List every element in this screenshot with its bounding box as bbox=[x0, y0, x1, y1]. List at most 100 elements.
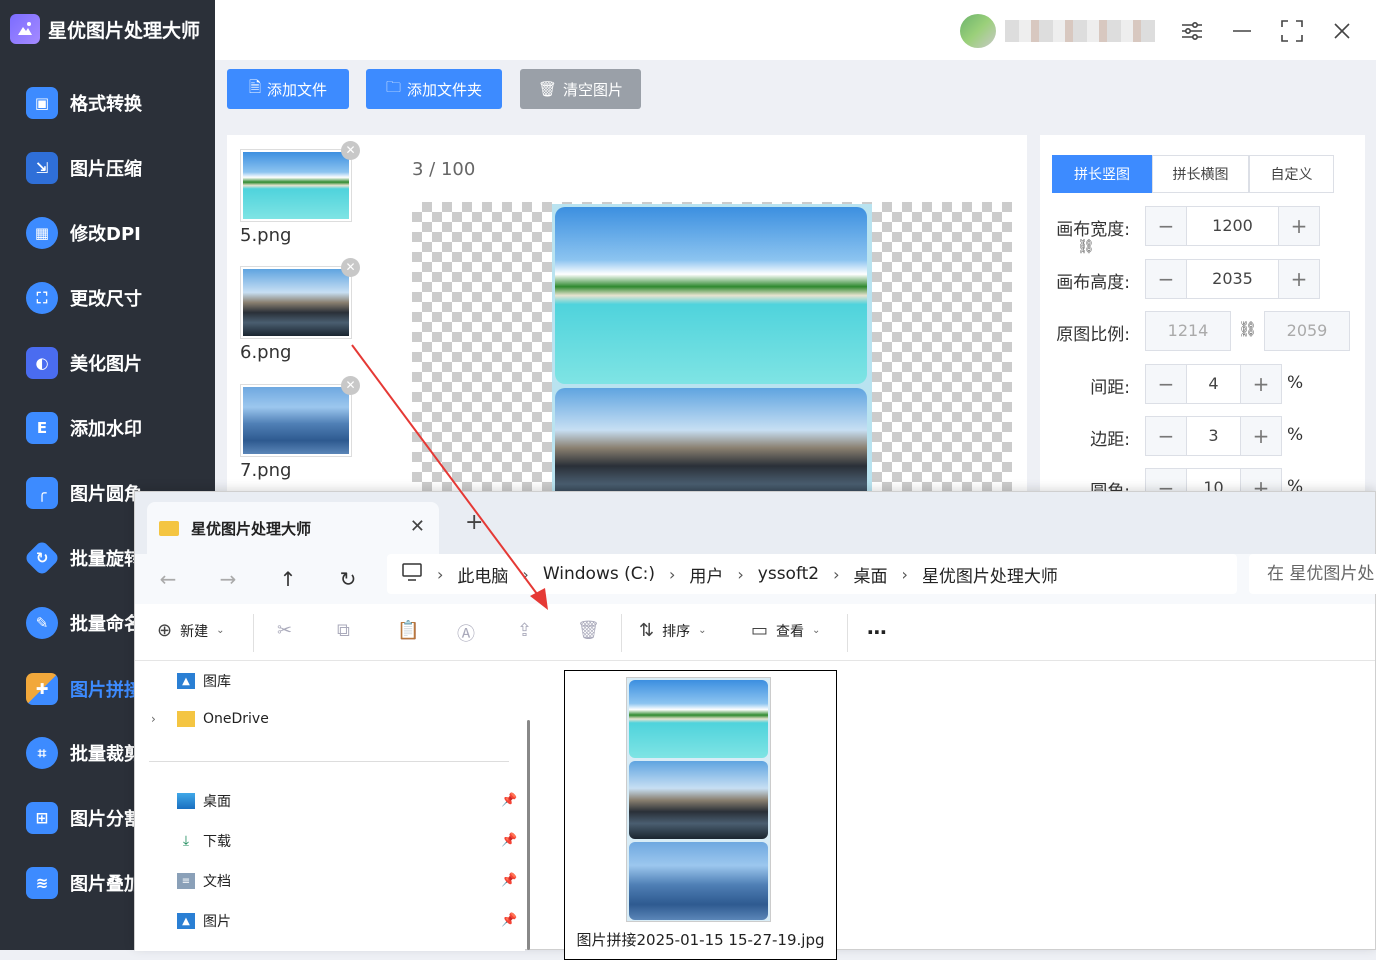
remove-thumbnail-icon[interactable]: ✕ bbox=[341, 376, 360, 395]
paste-button[interactable]: 📋 bbox=[397, 620, 419, 641]
cut-button[interactable]: ✂ bbox=[277, 620, 292, 641]
breadcrumb-this-pc[interactable]: 此电脑 bbox=[457, 562, 508, 587]
chevron-right-icon: › bbox=[522, 564, 529, 584]
pin-icon[interactable]: 📌 bbox=[501, 793, 517, 808]
close-tab-icon[interactable]: ✕ bbox=[410, 516, 425, 537]
image-list-panel: ✕ 5.png ✕ 6.png ✕ 7.png 3 / 100 bbox=[227, 135, 1027, 508]
sidebar-item-compress[interactable]: ⇲ 图片压缩 bbox=[26, 148, 142, 188]
sidebar-item-resize[interactable]: ⛶ 更改尺寸 bbox=[26, 278, 142, 318]
decrement-button[interactable]: − bbox=[1146, 365, 1186, 403]
resize-icon: ⛶ bbox=[26, 282, 58, 314]
nav-item-downloads[interactable]: ⤓ 下载 bbox=[177, 831, 231, 851]
view-button[interactable]: ▭ 查看 ⌄ bbox=[751, 620, 820, 641]
nav-item-pictures[interactable]: ▲ 图片 bbox=[177, 911, 231, 931]
pin-icon[interactable]: 📌 bbox=[501, 873, 517, 888]
copy-button[interactable]: ⧉ bbox=[337, 620, 350, 641]
sidebar-item-dpi[interactable]: ▦ 修改DPI bbox=[26, 213, 141, 253]
address-bar[interactable]: › 此电脑 › Windows (C:) › 用户 › yssoft2 › 桌面… bbox=[387, 554, 1237, 594]
sidebar-item-rename[interactable]: ✎ 批量命名 bbox=[26, 603, 142, 643]
share-button[interactable]: ⇪ bbox=[517, 620, 532, 641]
settings-sliders-icon[interactable] bbox=[1175, 14, 1209, 48]
up-arrow-icon[interactable]: ↑ bbox=[273, 564, 303, 594]
nav-item-gallery[interactable]: ▲ 图库 bbox=[177, 671, 231, 691]
copy-icon: ⧉ bbox=[337, 620, 350, 641]
canvas-height-value[interactable]: 2035 bbox=[1186, 260, 1279, 298]
nav-item-onedrive[interactable]: › OneDrive bbox=[151, 711, 269, 727]
new-tab-icon[interactable]: + bbox=[465, 510, 483, 535]
add-folder-button[interactable]: 🗀 添加文件夹 bbox=[366, 69, 502, 109]
increment-button[interactable]: + bbox=[1241, 417, 1281, 455]
canvas-width-stepper[interactable]: − 1200 + bbox=[1145, 206, 1320, 246]
decrement-button[interactable]: − bbox=[1146, 260, 1186, 298]
sidebar-item-format-convert[interactable]: ▣ 格式转换 bbox=[26, 83, 142, 123]
nav-item-desktop[interactable]: 桌面 bbox=[177, 791, 231, 811]
breadcrumb-desktop[interactable]: 桌面 bbox=[854, 562, 888, 587]
tab-vertical[interactable]: 拼长竖图 bbox=[1052, 155, 1152, 193]
breadcrumb-user[interactable]: yssoft2 bbox=[758, 564, 819, 584]
sidebar-item-beautify[interactable]: ◐ 美化图片 bbox=[26, 343, 142, 383]
pictures-icon: ▲ bbox=[177, 913, 195, 929]
canvas-height-stepper[interactable]: − 2035 + bbox=[1145, 259, 1320, 299]
increment-button[interactable]: + bbox=[1241, 365, 1281, 403]
maximize-icon[interactable] bbox=[1275, 14, 1309, 48]
tab-horizontal[interactable]: 拼长横图 bbox=[1152, 155, 1249, 193]
sidebar-item-watermark[interactable]: E 添加水印 bbox=[26, 408, 142, 448]
increment-button[interactable]: + bbox=[1279, 260, 1319, 298]
nav-scrollbar[interactable] bbox=[527, 720, 530, 950]
spacing-stepper[interactable]: − 4 + bbox=[1145, 364, 1282, 404]
download-icon: ⤓ bbox=[182, 833, 190, 849]
sidebar-item-split[interactable]: ⊞ 图片分割 bbox=[26, 798, 142, 838]
tab-custom[interactable]: 自定义 bbox=[1249, 155, 1334, 193]
sidebar-item-rounded-corner[interactable]: ╭ 图片圆角 bbox=[26, 473, 142, 513]
pin-icon[interactable]: 📌 bbox=[501, 833, 517, 848]
remove-thumbnail-icon[interactable]: ✕ bbox=[341, 141, 360, 160]
delete-button[interactable]: 🗑 bbox=[577, 620, 600, 641]
breadcrumb-drive[interactable]: Windows (C:) bbox=[543, 564, 655, 584]
minimize-icon[interactable] bbox=[1225, 14, 1259, 48]
explorer-tab[interactable]: 星优图片处理大师 ✕ bbox=[147, 502, 439, 554]
trash-icon: 🗑 bbox=[577, 620, 600, 641]
sidebar-item-overlay[interactable]: ≋ 图片叠加 bbox=[26, 863, 142, 903]
breadcrumb-users[interactable]: 用户 bbox=[689, 562, 723, 587]
increment-button[interactable]: + bbox=[1279, 207, 1319, 245]
image-convert-icon: ▣ bbox=[26, 87, 58, 119]
close-icon[interactable] bbox=[1325, 14, 1359, 48]
canvas-width-label: 画布宽度: bbox=[1056, 220, 1130, 240]
back-arrow-icon[interactable]: ← bbox=[153, 564, 183, 594]
thumbnail-5[interactable]: ✕ bbox=[240, 141, 360, 222]
thumbnail-name: 6.png bbox=[240, 342, 292, 363]
decrement-button[interactable]: − bbox=[1146, 207, 1186, 245]
thumbnail-image bbox=[243, 269, 349, 336]
more-options-icon[interactable]: ⋯ bbox=[867, 620, 887, 644]
new-button[interactable]: ⊕ 新建 ⌄ bbox=[157, 620, 224, 641]
margin-stepper[interactable]: − 3 + bbox=[1145, 416, 1282, 456]
link-icon[interactable]: ⛓ bbox=[1077, 239, 1095, 255]
pin-icon[interactable]: 📌 bbox=[501, 913, 517, 928]
rename-button[interactable]: Ⓐ bbox=[457, 620, 475, 646]
sidebar-item-rotate[interactable]: ↻ 批量旋转 bbox=[23, 538, 142, 578]
decrement-button[interactable]: − bbox=[1146, 417, 1186, 455]
sidebar-item-crop[interactable]: ⌗ 批量裁剪 bbox=[26, 733, 142, 773]
thumbnail-6[interactable]: ✕ bbox=[240, 258, 360, 339]
search-input[interactable]: 在 星优图片处 bbox=[1249, 554, 1376, 594]
document-icon: ≡ bbox=[177, 873, 195, 889]
avatar[interactable] bbox=[960, 14, 996, 48]
breadcrumb-folder[interactable]: 星优图片处理大师 bbox=[922, 562, 1058, 587]
margin-value[interactable]: 3 bbox=[1186, 417, 1241, 455]
forward-arrow-icon[interactable]: → bbox=[213, 564, 243, 594]
remove-thumbnail-icon[interactable]: ✕ bbox=[341, 258, 360, 277]
add-file-button[interactable]: 🗎 添加文件 bbox=[227, 69, 349, 109]
ratio-width-field: 1214 bbox=[1145, 311, 1231, 351]
thumbnail-7[interactable]: ✕ bbox=[240, 376, 360, 457]
spacing-value[interactable]: 4 bbox=[1186, 365, 1241, 403]
nav-item-documents[interactable]: ≡ 文档 bbox=[177, 871, 231, 891]
link-icon[interactable]: ⛓ bbox=[1238, 320, 1257, 338]
refresh-icon[interactable]: ↻ bbox=[333, 564, 363, 594]
thumbnail-tile bbox=[629, 842, 768, 920]
clear-images-button[interactable]: 🗑 清空图片 bbox=[520, 69, 641, 109]
file-item[interactable]: 图片拼接2025-01-15 15-27-19.jpg bbox=[564, 670, 837, 960]
sidebar-item-stitch[interactable]: ✚ 图片拼接 bbox=[26, 669, 142, 709]
chevron-right-icon: › bbox=[901, 564, 908, 584]
canvas-width-value[interactable]: 1200 bbox=[1186, 207, 1279, 245]
sort-button[interactable]: ⇅ 排序 ⌄ bbox=[639, 620, 706, 641]
